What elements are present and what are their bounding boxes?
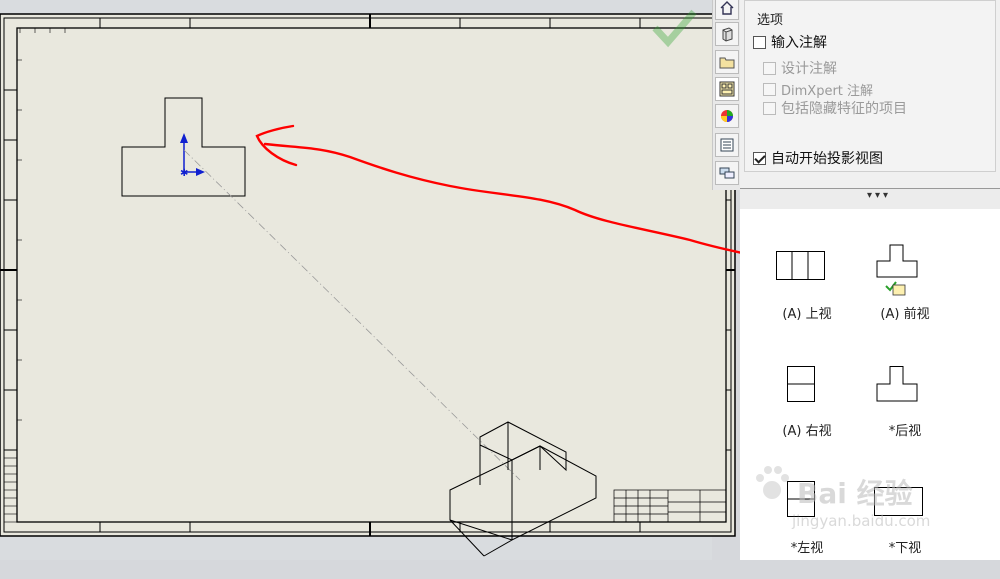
import-annotations-option[interactable]: 输入注解 [753, 32, 827, 52]
design-annotations-option: 设计注解 [763, 58, 837, 78]
panel-splitter[interactable]: ▾▾▾ [740, 188, 1000, 210]
view-back-label: *后视 [888, 424, 922, 439]
folder-icon[interactable] [715, 50, 739, 74]
auto-projected-checkbox[interactable] [753, 151, 766, 165]
view-right[interactable]: (A) 右视 [752, 364, 862, 464]
drawing-sheet[interactable]: ✱ [0, 0, 740, 560]
appearance-icon[interactable] [715, 104, 739, 128]
splitter-grip-icon: ▾▾▾ [867, 190, 892, 201]
part-icon[interactable] [715, 22, 739, 46]
dimxpert-annotations-option: DimXpert 注解 [763, 80, 873, 99]
view-top-label: (A) 上视 [782, 307, 832, 322]
view-front[interactable]: (A) 前视 [850, 239, 960, 339]
view-back[interactable]: *后视 [850, 364, 960, 464]
watermark-text: Bai 经验 [797, 477, 913, 510]
dimxpert-annotations-label: DimXpert 注解 [781, 84, 874, 99]
home-icon[interactable] [715, 0, 739, 20]
design-annotations-checkbox [763, 61, 776, 75]
design-annotations-label: 设计注解 [781, 61, 837, 77]
view-front-label: (A) 前视 [880, 307, 930, 322]
sheet-paper [0, 13, 736, 537]
back-view-thumbnail [876, 366, 918, 402]
auto-projected-label: 自动开始投影视图 [771, 151, 883, 167]
svg-text:✱: ✱ [180, 168, 188, 179]
options-group: 选项 输入注解 设计注解 DimXpert 注解 包括隐藏特征的项目 自动开始投… [744, 0, 996, 172]
auto-projected-option[interactable]: 自动开始投影视图 [753, 148, 883, 168]
dimxpert-annotations-checkbox [763, 83, 776, 96]
top-view-thumbnail [776, 251, 825, 280]
view-top[interactable]: (A) 上视 [752, 239, 862, 339]
view-palette-icon[interactable] [715, 77, 739, 101]
include-hidden-option: 包括隐藏特征的项目 [763, 98, 907, 118]
forum-icon[interactable] [715, 161, 739, 185]
paw-logo-icon [756, 466, 789, 499]
custom-properties-icon[interactable] [715, 133, 739, 157]
right-view-thumbnail [787, 366, 815, 402]
front-view-thumbnail [876, 244, 918, 296]
watermark-url: jingyan.baidu.com [792, 512, 931, 530]
import-annotations-checkbox[interactable] [753, 35, 766, 49]
task-pane-tabs [712, 0, 741, 190]
options-title: 选项 [757, 13, 784, 28]
baidu-jingyan-watermark: Bai 经验 jingyan.baidu.com [752, 452, 952, 542]
view-right-label: (A) 右视 [782, 424, 832, 439]
include-hidden-checkbox [763, 101, 776, 115]
import-annotations-label: 输入注解 [771, 35, 827, 51]
include-hidden-label: 包括隐藏特征的项目 [781, 101, 907, 117]
